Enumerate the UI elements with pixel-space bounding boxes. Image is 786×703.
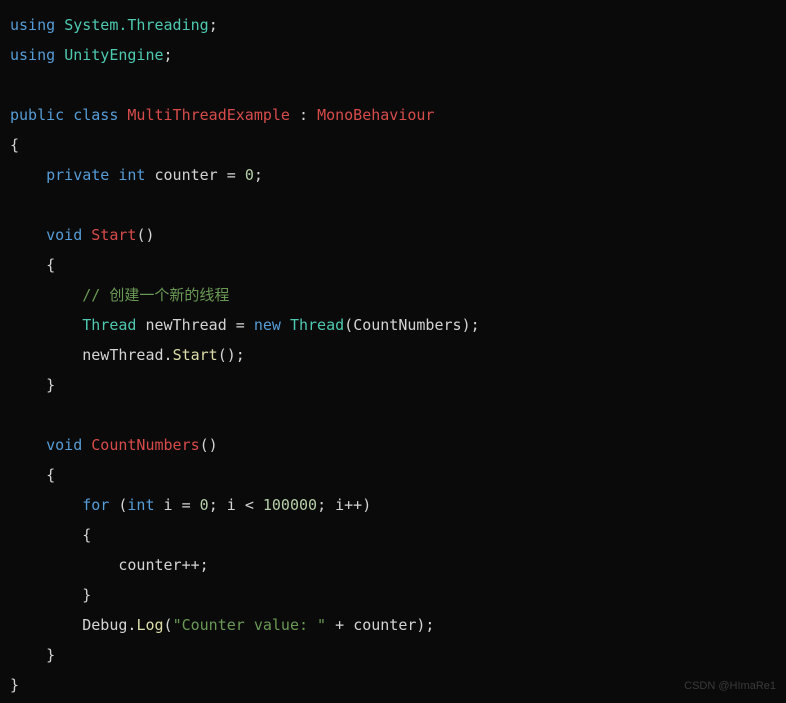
using-keyword: using <box>10 16 55 34</box>
counter-increment: counter++ <box>118 556 199 574</box>
namespace: System.Threading <box>64 16 209 34</box>
log-string: "Counter value: " <box>173 616 327 634</box>
new-keyword: new <box>254 316 281 334</box>
class-name: MultiThreadExample <box>127 106 290 124</box>
thread-ctor: Thread <box>290 316 344 334</box>
thread-type: Thread <box>82 316 136 334</box>
watermark: CSDN @HImaRe1 <box>684 675 776 697</box>
loop-limit: 100000 <box>263 496 317 514</box>
void-keyword: void <box>46 436 82 454</box>
counter-var: counter <box>155 166 218 184</box>
void-keyword: void <box>46 226 82 244</box>
log-call: Log <box>136 616 163 634</box>
code-editor: using System.Threading; using UnityEngin… <box>10 10 776 700</box>
private-keyword: private <box>46 166 109 184</box>
start-method: Start <box>91 226 136 244</box>
int-keyword: int <box>118 166 145 184</box>
countnumbers-method: CountNumbers <box>91 436 199 454</box>
debug-obj: Debug <box>82 616 127 634</box>
base-class: MonoBehaviour <box>317 106 434 124</box>
comment: // 创建一个新的线程 <box>82 286 229 304</box>
countnumbers-arg: CountNumbers <box>353 316 461 334</box>
public-keyword: public <box>10 106 64 124</box>
zero-literal: 0 <box>245 166 254 184</box>
start-call: Start <box>173 346 218 364</box>
using-keyword: using <box>10 46 55 64</box>
for-keyword: for <box>82 496 109 514</box>
class-keyword: class <box>73 106 118 124</box>
newthread-var: newThread <box>145 316 226 334</box>
namespace: UnityEngine <box>64 46 163 64</box>
